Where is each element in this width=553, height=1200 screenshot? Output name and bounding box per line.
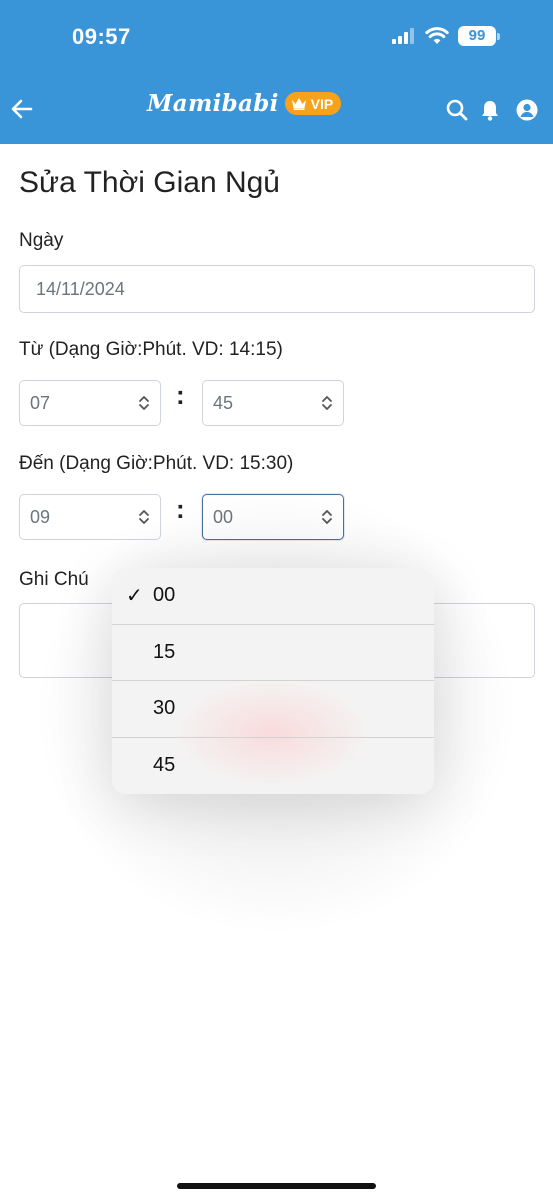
to-minute-select[interactable]: 00 <box>202 494 344 540</box>
minute-dropdown-menu: ✓ 00 15 30 45 <box>112 568 434 794</box>
status-icons: 99 <box>392 26 500 46</box>
bell-icon[interactable] <box>478 98 502 122</box>
status-time: 09:57 <box>72 24 131 49</box>
date-input[interactable]: 14/11/2024 <box>19 265 535 313</box>
from-label: Từ (Dạng Giờ:Phút. VD: 14:15) <box>19 339 283 360</box>
chevron-updown-icon <box>322 396 332 410</box>
app-header: 09:57 99 Mamibabi VIP <box>0 0 553 144</box>
time-separator: : <box>176 380 185 410</box>
back-arrow-icon[interactable] <box>10 97 34 121</box>
from-minute-value: 45 <box>213 392 234 413</box>
wifi-icon <box>425 27 449 44</box>
app-name: Mamibabi <box>147 90 279 117</box>
time-separator: : <box>176 494 185 524</box>
from-hour-value: 07 <box>30 392 51 413</box>
vip-label: VIP <box>310 95 334 112</box>
option-label: 30 <box>153 697 176 720</box>
user-account-icon[interactable] <box>515 98 539 122</box>
chevron-updown-icon <box>139 510 149 524</box>
chevron-updown-icon <box>139 396 149 410</box>
battery-level: 99 <box>458 26 496 46</box>
to-hour-value: 09 <box>30 506 51 527</box>
chevron-updown-icon <box>322 510 332 524</box>
checkmark-icon: ✓ <box>126 585 143 608</box>
crown-icon <box>291 98 306 110</box>
note-label: Ghi Chú <box>19 569 89 590</box>
home-indicator[interactable] <box>177 1183 376 1189</box>
cellular-signal-icon <box>392 28 414 44</box>
dropdown-option-15[interactable]: 15 <box>112 625 434 681</box>
to-hour-select[interactable]: 09 <box>19 494 161 540</box>
dropdown-option-30[interactable]: 30 <box>112 681 434 738</box>
brand-logo[interactable]: Mamibabi VIP <box>147 90 342 117</box>
to-label: Đến (Dạng Giờ:Phút. VD: 15:30) <box>19 453 294 474</box>
date-label: Ngày <box>19 230 64 251</box>
dropdown-option-00[interactable]: ✓ 00 <box>112 568 434 625</box>
page-title: Sửa Thời Gian Ngủ <box>19 166 280 199</box>
option-label: 15 <box>153 640 176 663</box>
to-minute-value: 00 <box>213 506 234 527</box>
search-icon[interactable] <box>445 98 469 122</box>
option-label: 45 <box>153 754 176 777</box>
option-label: 00 <box>153 584 176 607</box>
from-hour-select[interactable]: 07 <box>19 380 161 426</box>
dropdown-option-45[interactable]: 45 <box>112 738 434 795</box>
from-minute-select[interactable]: 45 <box>202 380 344 426</box>
battery-icon: 99 <box>458 26 500 46</box>
vip-badge[interactable]: VIP <box>284 92 342 115</box>
